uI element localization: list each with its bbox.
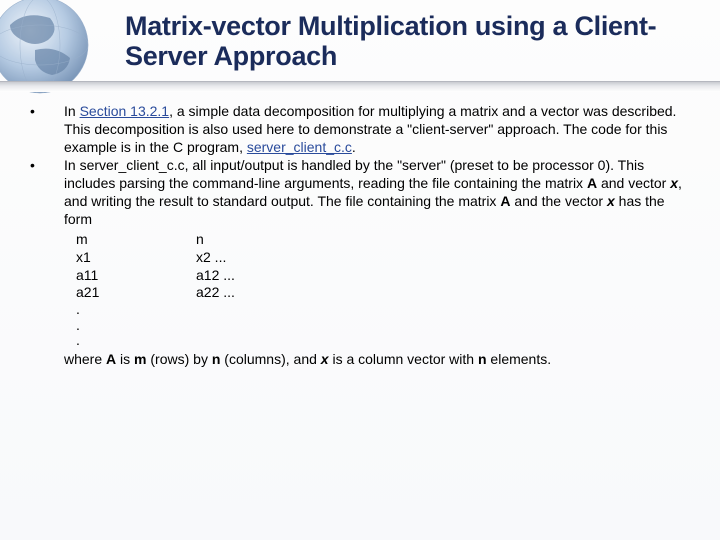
table-row: mn: [76, 231, 690, 249]
matrix-a: A: [500, 193, 510, 209]
section-link[interactable]: Section 13.2.1: [80, 103, 170, 119]
final-sentence: where A is m (rows) by n (columns), and …: [64, 351, 690, 369]
slide-header: Matrix-vector Multiplication using a Cli…: [0, 0, 720, 71]
source-file-link[interactable]: server_client_c.c: [247, 139, 352, 155]
file-format-table: mn x1x2 ... a11a12 ... a21a22 ...: [76, 231, 690, 303]
bullet-item: • In server_client_c.c, all input/output…: [30, 157, 690, 368]
bullet-text: In server_client_c.c, all input/output i…: [64, 157, 690, 368]
matrix-a: A: [587, 175, 597, 191]
ellipsis-dots: . . .: [76, 302, 690, 348]
bullet-marker: •: [30, 157, 64, 368]
table-row: a11a12 ...: [76, 267, 690, 285]
bullet-item: • In Section 13.2.1, a simple data decom…: [30, 103, 690, 157]
bullet-marker: •: [30, 103, 64, 157]
slide-title: Matrix-vector Multiplication using a Cli…: [125, 12, 690, 71]
bullet-text: In Section 13.2.1, a simple data decompo…: [64, 103, 690, 157]
table-row: a21a22 ...: [76, 284, 690, 302]
table-row: x1x2 ...: [76, 249, 690, 267]
vector-x: x: [607, 193, 615, 209]
slide-body: • In Section 13.2.1, a simple data decom…: [0, 71, 720, 368]
vector-x: x: [670, 175, 678, 191]
